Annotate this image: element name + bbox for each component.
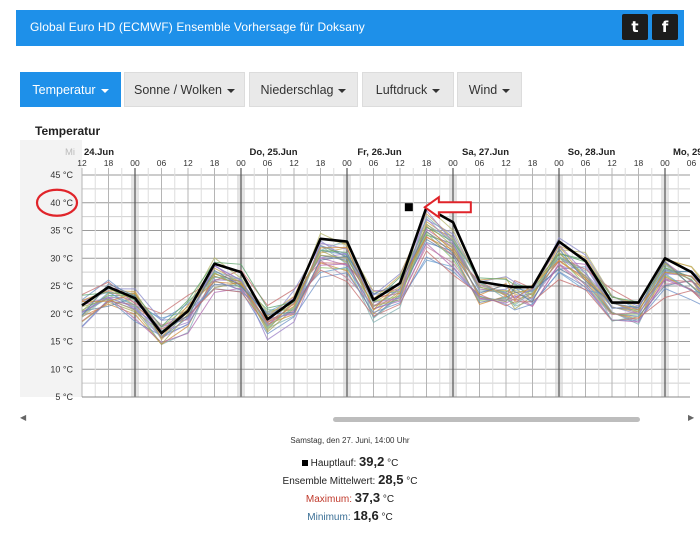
hour-tick-label: 12 bbox=[77, 158, 87, 168]
hour-tick-label: 00 bbox=[660, 158, 670, 168]
day-label: Fr, 26.Jun bbox=[357, 147, 402, 158]
scroll-right-icon[interactable]: ▶ bbox=[688, 413, 694, 422]
hour-tick-label: 18 bbox=[528, 158, 538, 168]
hour-tick-label: 12 bbox=[501, 158, 511, 168]
unit: °C bbox=[406, 476, 418, 487]
mittel-value: 28,5 bbox=[378, 472, 404, 487]
y-tick-label: 20 °C bbox=[50, 309, 73, 319]
unit: °C bbox=[382, 494, 395, 505]
hour-tick-label: 06 bbox=[369, 158, 379, 168]
hour-tick-label: 00 bbox=[236, 158, 246, 168]
temperature-chart: 5 °C 10 °C 15 °C 20 °C 25 °C 30 °C 35 °C 40 °C 4… bbox=[20, 140, 700, 402]
hour-tick-label: 18 bbox=[104, 158, 114, 168]
square-marker-icon bbox=[301, 460, 308, 467]
hour-tick-label: 18 bbox=[316, 158, 326, 168]
min-label: Minimum: bbox=[307, 512, 351, 523]
mittel-label: Ensemble Mittelwert: bbox=[282, 476, 376, 487]
min-value: 18,6 bbox=[353, 508, 379, 523]
tooltip-maximum: Maximum: 37,3 °C bbox=[230, 490, 470, 505]
hour-tick-label: 00 bbox=[130, 158, 140, 168]
arrow-annotation-icon bbox=[423, 195, 472, 220]
unit: °C bbox=[387, 458, 399, 469]
day-label: 24.Jun bbox=[84, 147, 114, 158]
hour-tick-label: 12 bbox=[395, 158, 405, 168]
hour-tick-label: 12 bbox=[607, 158, 617, 168]
day-label: Mo, 29.Jun bbox=[673, 147, 700, 158]
day-label: So, 28.Jun bbox=[568, 147, 616, 158]
tooltip-date: Samstag, den 27. Juni, 14:00 Uhr bbox=[290, 436, 410, 445]
max-value: 37,3 bbox=[354, 490, 381, 505]
day-label: Do, 25.Jun bbox=[249, 147, 297, 158]
hauptlauf-point-marker bbox=[404, 203, 413, 212]
hauptlauf-label: Hauptlauf: bbox=[310, 458, 357, 469]
hour-tick-label: 12 bbox=[289, 158, 299, 168]
y-tick-label: 40 °C bbox=[50, 198, 73, 208]
hour-tick-label: 18 bbox=[634, 158, 644, 168]
max-label: Maximum: bbox=[305, 494, 352, 505]
tooltip-mittel: Ensemble Mittelwert: 28,5 °C bbox=[230, 472, 470, 487]
hour-tick-label: 00 bbox=[448, 158, 458, 168]
tooltip-minimum: Minimum: 18,6 °C bbox=[230, 508, 470, 523]
hour-tick-label: 06 bbox=[475, 158, 485, 168]
chart-tooltip: Samstag, den 27. Juni, 14:00 Uhr Hauptla… bbox=[230, 436, 470, 523]
hour-tick-label: 06 bbox=[263, 158, 273, 168]
unit: °C bbox=[381, 512, 393, 523]
y-tick-label: 10 °C bbox=[50, 364, 73, 374]
hour-tick-label: 00 bbox=[554, 158, 564, 168]
scroll-left-icon[interactable]: ◀ bbox=[20, 413, 26, 422]
day-label: Sa, 27.Jun bbox=[462, 147, 509, 158]
hour-tick-label: 12 bbox=[183, 158, 193, 168]
y-tick-label: 25 °C bbox=[50, 281, 73, 291]
hour-tick-label: 00 bbox=[342, 158, 352, 168]
day-label: Mi bbox=[65, 147, 75, 158]
tooltip-hauptlauf: Hauptlauf: 39,2 °C bbox=[230, 454, 470, 469]
scroll-thumb[interactable] bbox=[333, 417, 640, 422]
hour-tick-label: 06 bbox=[581, 158, 591, 168]
y-tick-label: 45 °C bbox=[50, 170, 73, 180]
hour-tick-label: 06 bbox=[157, 158, 167, 168]
y-tick-label: 5 °C bbox=[55, 392, 73, 402]
hour-tick-label: 18 bbox=[210, 158, 220, 168]
y-tick-label: 15 °C bbox=[50, 337, 73, 347]
hour-tick-label: 18 bbox=[422, 158, 432, 168]
hauptlauf-value: 39,2 bbox=[359, 454, 385, 469]
hour-tick-label: 06 bbox=[687, 158, 697, 168]
y-tick-label: 35 °C bbox=[50, 226, 73, 236]
y-tick-label: 30 °C bbox=[50, 253, 73, 263]
